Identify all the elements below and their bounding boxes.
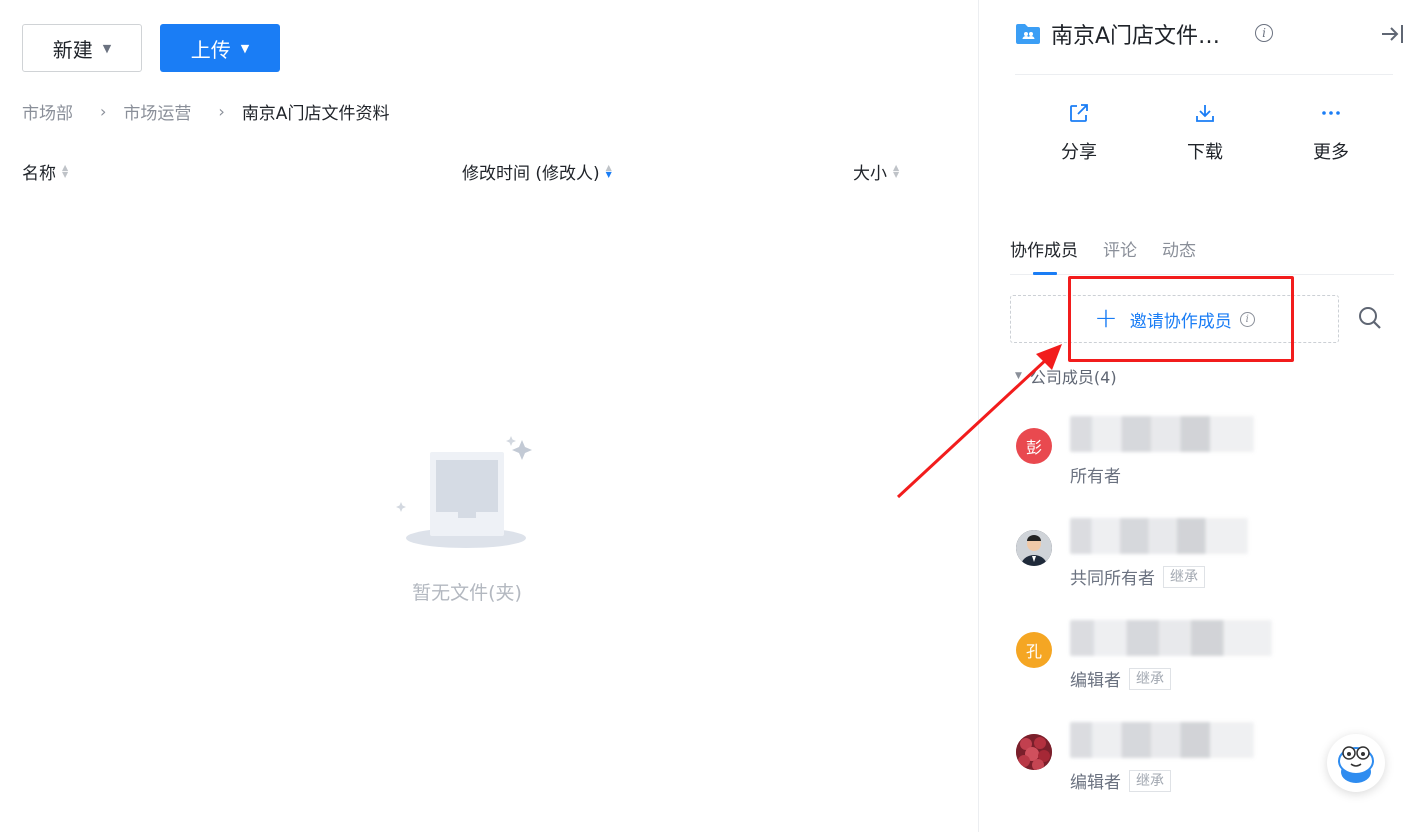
new-button-label: 新建 xyxy=(52,37,93,62)
breadcrumb: 市场部 › 市场运营 › 南京A门店文件资料 xyxy=(22,98,389,124)
tab-activity[interactable]: 动态 xyxy=(1162,236,1196,261)
tabs-divider xyxy=(1010,274,1394,275)
shared-folder-icon xyxy=(1016,24,1040,44)
avatar: 彭 xyxy=(1016,428,1052,464)
more-button[interactable]: 更多 xyxy=(1291,102,1371,164)
tab-comments[interactable]: 评论 xyxy=(1103,236,1137,261)
caret-down-icon: ▼ xyxy=(1015,371,1022,381)
tab-members[interactable]: 协作成员 xyxy=(1010,236,1078,261)
member-group-header[interactable]: ▼ 公司成员(4) xyxy=(1015,364,1117,388)
avatar xyxy=(1016,734,1052,770)
column-header-size[interactable]: 大小 ▲ ▼ xyxy=(853,158,899,184)
column-header-modified[interactable]: 修改时间 (修改人) ▲ ▼ xyxy=(462,158,612,184)
caret-down-icon: ▼ xyxy=(240,41,250,55)
new-button[interactable]: 新建 ▼ xyxy=(22,24,142,72)
column-name-label: 名称 xyxy=(22,163,56,184)
member-row[interactable]: 共同所有者 继承 xyxy=(1016,518,1396,589)
column-header-name[interactable]: 名称 ▲ ▼ xyxy=(22,158,68,184)
chevron-right-icon: › xyxy=(218,101,225,121)
search-icon[interactable] xyxy=(1357,305,1383,331)
assistant-mascot-button[interactable] xyxy=(1327,734,1385,792)
file-list-panel: 新建 ▼ 上传 ▼ 市场部 › 市场运营 › 南京A门店文件资料 名称 ▲ ▼ 修… xyxy=(0,0,978,832)
caret-down-icon: ▼ xyxy=(102,41,112,55)
member-row[interactable]: 彭 所有者 xyxy=(1016,416,1396,487)
breadcrumb-current: 南京A门店文件资料 xyxy=(241,103,390,124)
more-label: 更多 xyxy=(1313,142,1349,163)
redacted-member-name xyxy=(1070,722,1254,758)
upload-button-label: 上传 xyxy=(190,37,231,62)
share-button[interactable]: 分享 xyxy=(1039,102,1119,164)
redacted-member-name xyxy=(1070,518,1248,554)
upload-button[interactable]: 上传 ▼ xyxy=(160,24,280,72)
member-role: 编辑者 继承 xyxy=(1070,666,1171,691)
active-tab-indicator xyxy=(1033,272,1057,275)
download-button[interactable]: 下载 xyxy=(1165,102,1245,164)
redacted-member-name xyxy=(1070,620,1272,656)
info-icon[interactable]: i xyxy=(1255,24,1273,42)
berries-photo-icon xyxy=(1016,734,1052,770)
annotation-highlight-box xyxy=(1068,276,1294,362)
member-role: 共同所有者 继承 xyxy=(1070,564,1205,589)
role-label: 编辑者 xyxy=(1070,773,1121,793)
panel-tabs: 协作成员 评论 动态 xyxy=(1010,236,1196,261)
redacted-member-name xyxy=(1070,416,1254,452)
mascot-icon xyxy=(1338,746,1374,783)
divider xyxy=(1015,74,1393,75)
sort-icon: ▲ ▼ xyxy=(62,163,69,179)
member-role: 所有者 xyxy=(1070,462,1121,487)
group-label: 公司成员(4) xyxy=(1029,368,1117,387)
inherit-badge: 继承 xyxy=(1129,769,1171,792)
share-icon xyxy=(1070,104,1088,122)
chevron-right-icon: › xyxy=(100,101,107,121)
collapse-panel-icon[interactable] xyxy=(1379,22,1405,46)
role-label: 编辑者 xyxy=(1070,671,1121,691)
member-role: 编辑者 继承 xyxy=(1070,768,1171,793)
sort-desc-icon: ▲ ▼ xyxy=(605,163,612,179)
column-modified-label: 修改时间 (修改人) xyxy=(462,163,600,184)
member-row[interactable]: 孔 编辑者 继承 xyxy=(1016,620,1396,691)
download-icon xyxy=(1196,105,1214,122)
avatar: 孔 xyxy=(1016,632,1052,668)
avatar-initial: 彭 xyxy=(1025,438,1042,457)
avatar-initial: 孔 xyxy=(1025,642,1042,661)
inherit-badge: 继承 xyxy=(1163,565,1205,588)
details-panel: 南京A门店文件… i 分享 下载 更多 协作成员 评论 动态 + 邀请协作成员 xyxy=(979,0,1428,832)
person-photo-icon xyxy=(1016,530,1052,566)
empty-folder-illustration xyxy=(396,436,532,548)
breadcrumb-item[interactable]: 市场部 xyxy=(22,99,73,124)
breadcrumb-item[interactable]: 市场运营 xyxy=(123,99,191,124)
more-icon xyxy=(1322,111,1340,115)
download-label: 下载 xyxy=(1187,142,1223,163)
panel-title: 南京A门店文件… xyxy=(1051,24,1221,49)
sort-icon: ▲ ▼ xyxy=(893,163,900,179)
role-label: 所有者 xyxy=(1070,467,1121,487)
share-label: 分享 xyxy=(1061,142,1097,163)
role-label: 共同所有者 xyxy=(1070,569,1155,589)
column-size-label: 大小 xyxy=(853,163,887,184)
empty-state-text: 暂无文件(夹) xyxy=(412,582,522,604)
avatar xyxy=(1016,530,1052,566)
inherit-badge: 继承 xyxy=(1129,667,1171,690)
